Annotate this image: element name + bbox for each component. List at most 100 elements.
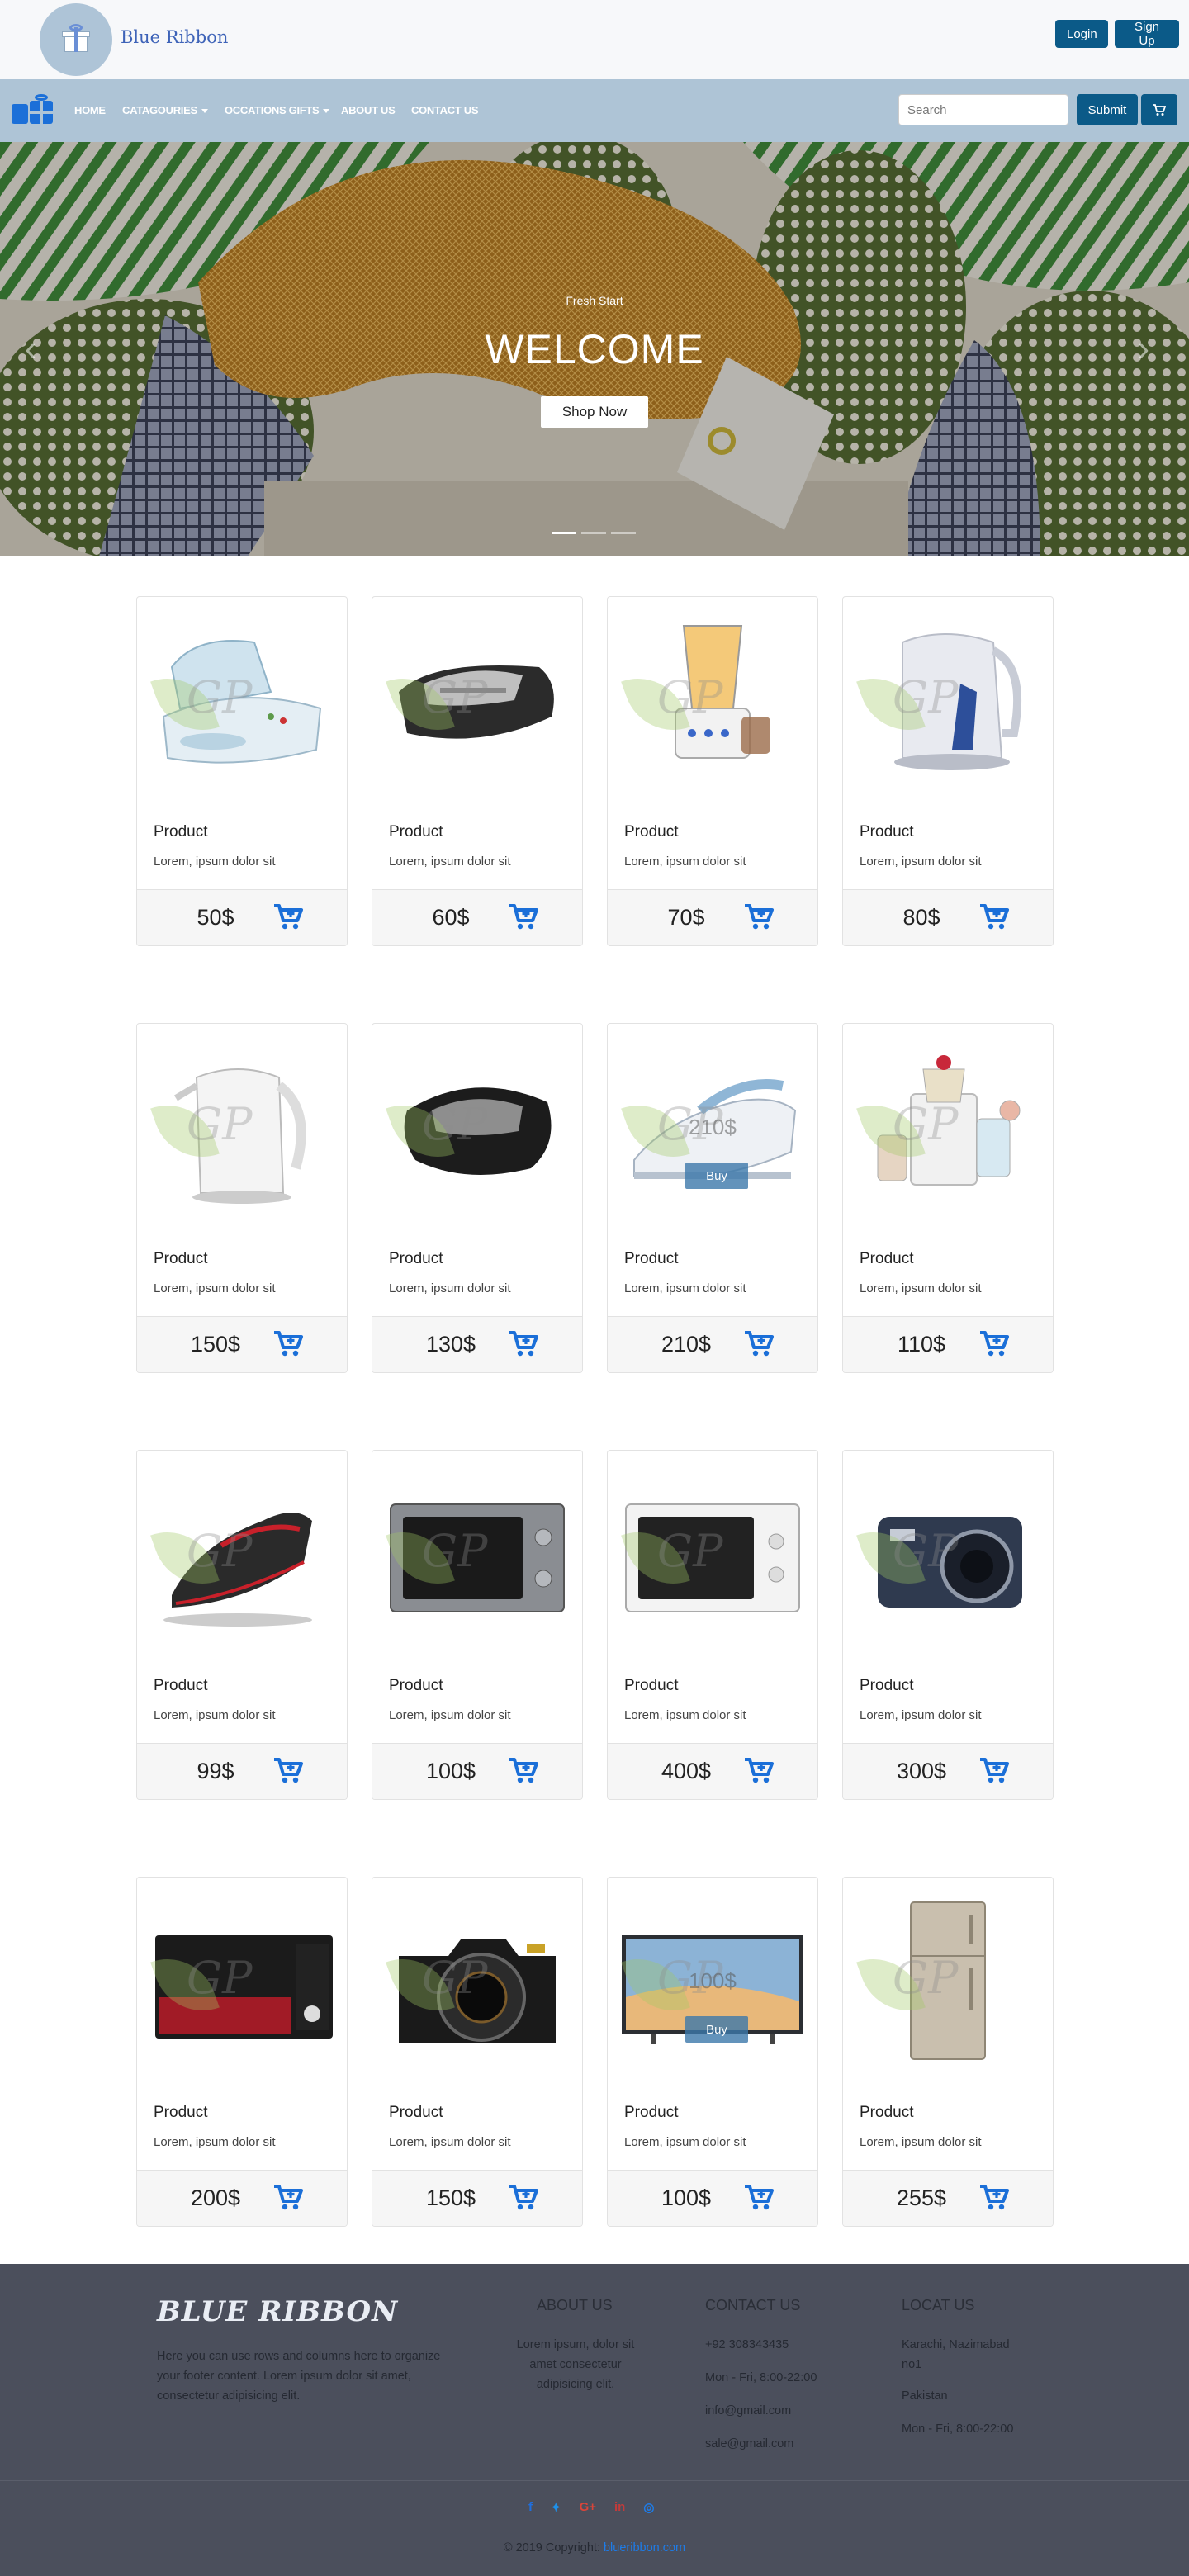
google-plus-icon[interactable]: G+ [580, 2500, 596, 2515]
nav-about-us[interactable]: ABOUT US [341, 104, 396, 116]
product-image[interactable]: GP [372, 597, 582, 807]
product-card[interactable]: GP Product Lorem, ipsum dolor sit 200$ [136, 1877, 348, 2227]
overlay-buy-button[interactable]: Buy [685, 1163, 748, 1189]
product-image[interactable]: GP [372, 1451, 582, 1660]
product-name[interactable]: Product [860, 1677, 913, 1695]
product-card[interactable]: GP Product Lorem, ipsum dolor sit 70$ [607, 596, 818, 946]
add-to-cart-icon[interactable] [743, 1330, 775, 1358]
product-card[interactable]: GP Product Lorem, ipsum dolor sit 150$ [372, 1877, 583, 2227]
product-name[interactable]: Product [389, 1677, 443, 1695]
product-description: Lorem, ipsum dolor sit [860, 2135, 982, 2149]
add-to-cart-icon[interactable] [272, 2184, 304, 2212]
login-button[interactable]: Login [1055, 20, 1108, 48]
search-input[interactable] [898, 94, 1068, 125]
add-to-cart-icon[interactable] [978, 1757, 1010, 1785]
carousel-indicator[interactable] [611, 532, 636, 534]
product-card[interactable]: GP Product Lorem, ipsum dolor sit 99$ [136, 1450, 348, 1800]
carousel-next-icon[interactable]: › [1138, 329, 1149, 368]
add-to-cart-icon[interactable] [743, 1757, 775, 1785]
cart-button[interactable] [1141, 94, 1177, 125]
product-name[interactable]: Product [860, 2104, 913, 2122]
carousel-prev-icon[interactable]: ‹ [25, 329, 36, 368]
footer-phone: +92 308343435 [705, 2338, 789, 2351]
brand-logo[interactable] [40, 3, 112, 76]
product-image[interactable]: GP [843, 1451, 1053, 1660]
add-to-cart-icon[interactable] [508, 2184, 539, 2212]
twitter-icon[interactable]: ✦ [551, 2500, 561, 2515]
product-card[interactable]: GP Product Lorem, ipsum dolor sit 130$ [372, 1023, 583, 1373]
product-name[interactable]: Product [154, 2104, 207, 2122]
add-to-cart-icon[interactable] [743, 903, 775, 931]
add-to-cart-icon[interactable] [978, 2184, 1010, 2212]
carousel-indicator[interactable] [581, 532, 606, 534]
product-card[interactable]: GP Product Lorem, ipsum dolor sit 400$ [607, 1450, 818, 1800]
signup-button[interactable]: Sign Up [1115, 20, 1179, 48]
product-name[interactable]: Product [624, 1250, 678, 1268]
add-to-cart-icon[interactable] [272, 903, 304, 931]
product-card[interactable]: GP Product Lorem, ipsum dolor sit 110$ [842, 1023, 1054, 1373]
add-to-cart-icon[interactable] [272, 1757, 304, 1785]
carousel-indicator[interactable] [552, 532, 576, 534]
facebook-icon[interactable]: f [528, 2500, 533, 2515]
product-image[interactable]: GP [843, 1878, 1053, 2087]
product-image[interactable]: GP 210$ Buy [608, 1024, 817, 1234]
product-name[interactable]: Product [389, 823, 443, 841]
brand-name[interactable]: Blue Ribbon [121, 27, 228, 47]
add-to-cart-icon[interactable] [978, 903, 1010, 931]
copyright-link[interactable]: blueribbon.com [604, 2541, 685, 2555]
add-to-cart-icon[interactable] [743, 2184, 775, 2212]
product-card[interactable]: GP Product Lorem, ipsum dolor sit 60$ [372, 596, 583, 946]
search-submit-button[interactable]: Submit [1077, 94, 1138, 125]
add-to-cart-icon[interactable] [508, 903, 539, 931]
add-to-cart-icon[interactable] [508, 1757, 539, 1785]
product-name[interactable]: Product [154, 1677, 207, 1695]
watermark-logo: GP [893, 1098, 959, 1150]
product-name[interactable]: Product [389, 1250, 443, 1268]
product-name[interactable]: Product [154, 1250, 207, 1268]
shop-now-button[interactable]: Shop Now [541, 396, 648, 428]
add-to-cart-icon[interactable] [272, 1330, 304, 1358]
product-name[interactable]: Product [860, 823, 913, 841]
product-card[interactable]: GP Product Lorem, ipsum dolor sit 255$ [842, 1877, 1054, 2227]
product-image[interactable]: GP [372, 1878, 582, 2087]
add-to-cart-icon[interactable] [978, 1330, 1010, 1358]
add-to-cart-icon[interactable] [508, 1330, 539, 1358]
footer-info-email[interactable]: info@gmail.com [705, 2401, 791, 2421]
footer-sale-email[interactable]: sale@gmail.com [705, 2434, 793, 2454]
nav-categories[interactable]: CATAGOURIES [122, 104, 208, 116]
product-card[interactable]: GP 210$ Buy Product Lorem, ipsum dolor sit 21… [607, 1023, 818, 1373]
product-image[interactable]: GP [843, 1024, 1053, 1234]
instagram-icon[interactable]: ◎ [643, 2500, 654, 2515]
product-name[interactable]: Product [624, 823, 678, 841]
product-card[interactable]: GP Product Lorem, ipsum dolor sit 80$ [842, 596, 1054, 946]
product-card[interactable]: GP Product Lorem, ipsum dolor sit 150$ [136, 1023, 348, 1373]
product-name[interactable]: Product [624, 2104, 678, 2122]
overlay-buy-button[interactable]: Buy [685, 2016, 748, 2043]
product-image[interactable]: GP [137, 1878, 347, 2087]
product-image[interactable]: GP [372, 1024, 582, 1234]
nav-home[interactable]: HOME [74, 104, 106, 116]
linkedin-icon[interactable]: in [614, 2500, 625, 2515]
product-name[interactable]: Product [624, 1677, 678, 1695]
product-image[interactable]: GP [843, 597, 1053, 807]
social-links: f ✦ G+ in ◎ [528, 2500, 654, 2515]
product-name[interactable]: Product [389, 2104, 443, 2122]
product-name[interactable]: Product [154, 823, 207, 841]
product-image[interactable]: GP [137, 1451, 347, 1660]
nav-contact-us[interactable]: CONTACT US [411, 104, 479, 116]
product-price: 130$ [425, 1332, 476, 1357]
product-card[interactable]: GP Product Lorem, ipsum dolor sit 50$ [136, 596, 348, 946]
product-image[interactable]: GP [137, 1024, 347, 1234]
product-card[interactable]: GP Product Lorem, ipsum dolor sit 300$ [842, 1450, 1054, 1800]
gift-boxes-icon[interactable] [12, 94, 54, 125]
product-card[interactable]: GP Product Lorem, ipsum dolor sit 100$ [372, 1450, 583, 1800]
product-description: Lorem, ipsum dolor sit [624, 1281, 746, 1295]
product-image[interactable]: GP [137, 597, 347, 807]
product-image[interactable]: GP 100$ Buy [608, 1878, 817, 2087]
product-image[interactable]: GP [608, 597, 817, 807]
nav-occasion-gifts[interactable]: OCCATIONS GIFTS [225, 104, 330, 116]
product-card[interactable]: GP 100$ Buy Product Lorem, ipsum dolor sit 10… [607, 1877, 818, 2227]
product-image[interactable]: GP [608, 1451, 817, 1660]
product-name[interactable]: Product [860, 1250, 913, 1268]
product-price: 99$ [197, 1759, 234, 1783]
